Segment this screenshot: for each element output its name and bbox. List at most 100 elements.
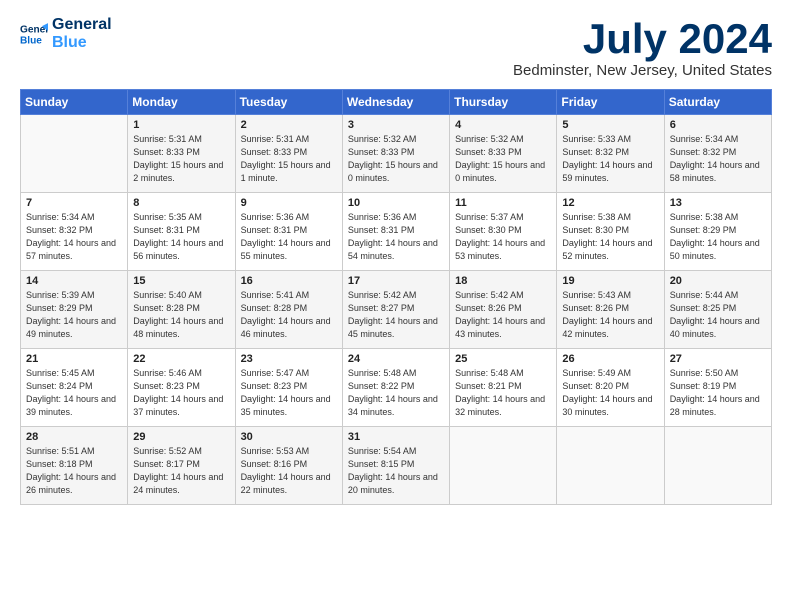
cell-info: Sunrise: 5:32 AM Sunset: 8:33 PM Dayligh… bbox=[348, 133, 444, 185]
cell-info: Sunrise: 5:31 AM Sunset: 8:33 PM Dayligh… bbox=[133, 133, 229, 185]
calendar-cell: 15Sunrise: 5:40 AM Sunset: 8:28 PM Dayli… bbox=[128, 271, 235, 349]
day-number: 29 bbox=[133, 431, 229, 443]
cell-info: Sunrise: 5:38 AM Sunset: 8:30 PM Dayligh… bbox=[562, 211, 658, 263]
col-header-monday: Monday bbox=[128, 90, 235, 115]
svg-text:Blue: Blue bbox=[20, 35, 42, 46]
calendar-cell: 16 Sunrise: 5:41 AM Sunset: 8:28 PM Dayli… bbox=[235, 271, 342, 349]
cell-info: Sunrise: 5:34 AM Sunset: 8:32 PM Dayligh… bbox=[670, 133, 766, 185]
cell-info: Sunrise: 5:33 AM Sunset: 8:32 PM Dayligh… bbox=[562, 133, 658, 185]
day-number: 17 bbox=[348, 275, 444, 287]
day-number: 1 bbox=[133, 119, 229, 131]
calendar-cell: 10 Sunrise: 5:36 AM Sunset: 8:31 PM Dayli… bbox=[342, 193, 449, 271]
day-number: 5 bbox=[562, 119, 658, 131]
cell-info: Sunrise: 5:48 AM Sunset: 8:21 PM Dayligh… bbox=[455, 367, 551, 419]
calendar-cell: 22 Sunrise: 5:46 AM Sunset: 8:23 PM Dayli… bbox=[128, 349, 235, 427]
calendar-cell bbox=[557, 427, 664, 505]
calendar-cell: 6 Sunrise: 5:34 AM Sunset: 8:32 PM Daylig… bbox=[664, 115, 771, 193]
calendar-cell: 4Sunrise: 5:32 AM Sunset: 8:33 PM Daylig… bbox=[450, 115, 557, 193]
cell-info: Sunrise: 5:52 AM Sunset: 8:17 PM Dayligh… bbox=[133, 445, 229, 497]
cell-info: Sunrise: 5:36 AM Sunset: 8:31 PM Dayligh… bbox=[348, 211, 444, 263]
day-number: 30 bbox=[241, 431, 337, 443]
cell-info: Sunrise: 5:37 AM Sunset: 8:30 PM Dayligh… bbox=[455, 211, 551, 263]
cell-info: Sunrise: 5:48 AM Sunset: 8:22 PM Dayligh… bbox=[348, 367, 444, 419]
cell-info: Sunrise: 5:45 AM Sunset: 8:24 PM Dayligh… bbox=[26, 367, 122, 419]
day-number: 15 bbox=[133, 275, 229, 287]
title-block: July 2024 Bedminster, New Jersey, United… bbox=[513, 16, 772, 79]
cell-info: Sunrise: 5:34 AM Sunset: 8:32 PM Dayligh… bbox=[26, 211, 122, 263]
calendar-cell: 27 Sunrise: 5:50 AM Sunset: 8:19 PM Dayli… bbox=[664, 349, 771, 427]
day-number: 27 bbox=[670, 353, 766, 365]
col-header-saturday: Saturday bbox=[664, 90, 771, 115]
cell-info: Sunrise: 5:31 AM Sunset: 8:33 PM Dayligh… bbox=[241, 133, 337, 185]
cell-info: Sunrise: 5:35 AM Sunset: 8:31 PM Dayligh… bbox=[133, 211, 229, 263]
header-row: SundayMondayTuesdayWednesdayThursdayFrid… bbox=[21, 90, 772, 115]
calendar-cell: 19Sunrise: 5:43 AM Sunset: 8:26 PM Dayli… bbox=[557, 271, 664, 349]
day-number: 31 bbox=[348, 431, 444, 443]
week-row-1: 1 Sunrise: 5:31 AM Sunset: 8:33 PM Daylig… bbox=[21, 115, 772, 193]
logo-icon: General Blue bbox=[20, 20, 48, 48]
calendar-cell bbox=[664, 427, 771, 505]
col-header-sunday: Sunday bbox=[21, 90, 128, 115]
col-header-wednesday: Wednesday bbox=[342, 90, 449, 115]
location-subtitle: Bedminster, New Jersey, United States bbox=[513, 62, 772, 79]
cell-info: Sunrise: 5:47 AM Sunset: 8:23 PM Dayligh… bbox=[241, 367, 337, 419]
day-number: 3 bbox=[348, 119, 444, 131]
col-header-tuesday: Tuesday bbox=[235, 90, 342, 115]
calendar-cell: 7 Sunrise: 5:34 AM Sunset: 8:32 PM Daylig… bbox=[21, 193, 128, 271]
calendar-cell: 28Sunrise: 5:51 AM Sunset: 8:18 PM Dayli… bbox=[21, 427, 128, 505]
day-number: 8 bbox=[133, 197, 229, 209]
week-row-2: 7 Sunrise: 5:34 AM Sunset: 8:32 PM Daylig… bbox=[21, 193, 772, 271]
day-number: 28 bbox=[26, 431, 122, 443]
day-number: 14 bbox=[26, 275, 122, 287]
day-number: 23 bbox=[241, 353, 337, 365]
day-number: 22 bbox=[133, 353, 229, 365]
day-number: 10 bbox=[348, 197, 444, 209]
week-row-3: 14 Sunrise: 5:39 AM Sunset: 8:29 PM Dayli… bbox=[21, 271, 772, 349]
logo: General Blue General Blue bbox=[20, 16, 112, 51]
calendar-cell: 2 Sunrise: 5:31 AM Sunset: 8:33 PM Daylig… bbox=[235, 115, 342, 193]
calendar-cell: 18Sunrise: 5:42 AM Sunset: 8:26 PM Dayli… bbox=[450, 271, 557, 349]
cell-info: Sunrise: 5:44 AM Sunset: 8:25 PM Dayligh… bbox=[670, 289, 766, 341]
header: General Blue General Blue July 2024 Bedm… bbox=[20, 16, 772, 79]
calendar-cell: 8 Sunrise: 5:35 AM Sunset: 8:31 PM Daylig… bbox=[128, 193, 235, 271]
logo-general: General bbox=[52, 16, 112, 34]
cell-info: Sunrise: 5:41 AM Sunset: 8:28 PM Dayligh… bbox=[241, 289, 337, 341]
day-number: 6 bbox=[670, 119, 766, 131]
day-number: 2 bbox=[241, 119, 337, 131]
day-number: 24 bbox=[348, 353, 444, 365]
month-title: July 2024 bbox=[513, 16, 772, 62]
calendar-cell: 3 Sunrise: 5:32 AM Sunset: 8:33 PM Daylig… bbox=[342, 115, 449, 193]
cell-info: Sunrise: 5:36 AM Sunset: 8:31 PM Dayligh… bbox=[241, 211, 337, 263]
calendar-cell: 25Sunrise: 5:48 AM Sunset: 8:21 PM Dayli… bbox=[450, 349, 557, 427]
calendar-cell bbox=[21, 115, 128, 193]
calendar-cell: 21 Sunrise: 5:45 AM Sunset: 8:24 PM Dayli… bbox=[21, 349, 128, 427]
calendar-cell: 30 Sunrise: 5:53 AM Sunset: 8:16 PM Dayli… bbox=[235, 427, 342, 505]
calendar-cell: 5 Sunrise: 5:33 AM Sunset: 8:32 PM Daylig… bbox=[557, 115, 664, 193]
day-number: 19 bbox=[562, 275, 658, 287]
calendar-table: SundayMondayTuesdayWednesdayThursdayFrid… bbox=[20, 89, 772, 505]
cell-info: Sunrise: 5:53 AM Sunset: 8:16 PM Dayligh… bbox=[241, 445, 337, 497]
calendar-cell: 1 Sunrise: 5:31 AM Sunset: 8:33 PM Daylig… bbox=[128, 115, 235, 193]
calendar-cell bbox=[450, 427, 557, 505]
calendar-cell: 14 Sunrise: 5:39 AM Sunset: 8:29 PM Dayli… bbox=[21, 271, 128, 349]
calendar-cell: 13Sunrise: 5:38 AM Sunset: 8:29 PM Dayli… bbox=[664, 193, 771, 271]
day-number: 12 bbox=[562, 197, 658, 209]
day-number: 11 bbox=[455, 197, 551, 209]
week-row-4: 21 Sunrise: 5:45 AM Sunset: 8:24 PM Dayli… bbox=[21, 349, 772, 427]
day-number: 21 bbox=[26, 353, 122, 365]
cell-info: Sunrise: 5:46 AM Sunset: 8:23 PM Dayligh… bbox=[133, 367, 229, 419]
cell-info: Sunrise: 5:39 AM Sunset: 8:29 PM Dayligh… bbox=[26, 289, 122, 341]
day-number: 16 bbox=[241, 275, 337, 287]
day-number: 7 bbox=[26, 197, 122, 209]
day-number: 9 bbox=[241, 197, 337, 209]
cell-info: Sunrise: 5:54 AM Sunset: 8:15 PM Dayligh… bbox=[348, 445, 444, 497]
cell-info: Sunrise: 5:50 AM Sunset: 8:19 PM Dayligh… bbox=[670, 367, 766, 419]
calendar-cell: 29 Sunrise: 5:52 AM Sunset: 8:17 PM Dayli… bbox=[128, 427, 235, 505]
week-row-5: 28Sunrise: 5:51 AM Sunset: 8:18 PM Dayli… bbox=[21, 427, 772, 505]
calendar-cell: 17Sunrise: 5:42 AM Sunset: 8:27 PM Dayli… bbox=[342, 271, 449, 349]
page: General Blue General Blue July 2024 Bedm… bbox=[0, 0, 792, 515]
col-header-friday: Friday bbox=[557, 90, 664, 115]
col-header-thursday: Thursday bbox=[450, 90, 557, 115]
calendar-cell: 12 Sunrise: 5:38 AM Sunset: 8:30 PM Dayli… bbox=[557, 193, 664, 271]
calendar-cell: 26Sunrise: 5:49 AM Sunset: 8:20 PM Dayli… bbox=[557, 349, 664, 427]
